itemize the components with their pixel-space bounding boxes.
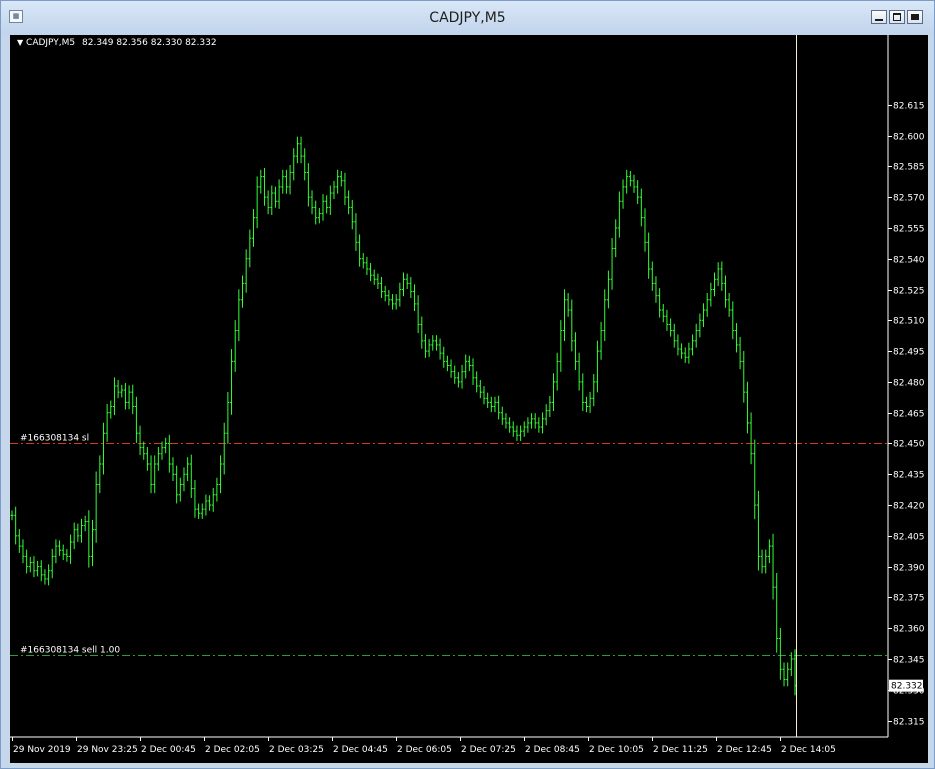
- price-tick-label: 82.450: [893, 440, 925, 450]
- price-tick-label: 82.480: [893, 379, 925, 389]
- price-tick-label: 82.405: [893, 533, 925, 543]
- time-tick-label: 2 Dec 07:25: [461, 745, 516, 755]
- minimize-button[interactable]: [871, 10, 887, 24]
- price-tick-label: 82.540: [893, 256, 925, 266]
- price-tick-label: 82.555: [893, 225, 925, 235]
- price-chart[interactable]: 82.615 82.600 82.585 82.570 82.555 82.540 82.5…: [10, 35, 928, 763]
- order-line-label: #166308134 sl: [20, 434, 89, 444]
- window-title: CADJPY,M5: [429, 10, 506, 26]
- time-tick-label: 2 Dec 00:45: [141, 745, 196, 755]
- close-button[interactable]: [907, 10, 923, 24]
- time-tick-label: 29 Nov 2019: [13, 745, 71, 755]
- price-tick-label: 82.495: [893, 348, 925, 358]
- price-tick-label: 82.420: [893, 502, 925, 512]
- chart-canvas[interactable]: 82.615 82.600 82.585 82.570 82.555 82.540 82.5…: [10, 35, 928, 763]
- price-tick-label: 82.465: [893, 410, 925, 420]
- time-tick-label: 2 Dec 02:05: [205, 745, 260, 755]
- time-tick-label: 2 Dec 06:05: [397, 745, 452, 755]
- title-bar[interactable]: ▦ CADJPY,M5: [1, 1, 934, 35]
- price-tick-label: 82.570: [893, 194, 925, 204]
- chart-menu-triangle-icon[interactable]: ▼: [17, 38, 23, 47]
- time-tick-label: 2 Dec 08:45: [525, 745, 580, 755]
- price-tick-label: 82.525: [893, 287, 925, 297]
- price-tick-label: 82.390: [893, 564, 925, 574]
- price-tick-label: 82.375: [893, 594, 925, 604]
- time-tick-label: 2 Dec 03:25: [269, 745, 324, 755]
- symbol-label: CADJPY,M5: [26, 38, 76, 48]
- ohlc-values: 82.349 82.356 82.330 82.332: [82, 38, 217, 48]
- time-tick-label: 2 Dec 10:05: [589, 745, 644, 755]
- current-price-label: 82.332: [891, 682, 923, 692]
- time-tick-label: 2 Dec 14:05: [781, 745, 836, 755]
- time-tick-label: 2 Dec 12:45: [717, 745, 772, 755]
- maximize-button[interactable]: [889, 10, 905, 24]
- price-tick-label: 82.435: [893, 471, 925, 481]
- price-tick-label: 82.315: [893, 718, 925, 728]
- time-tick-label: 29 Nov 23:25: [77, 745, 138, 755]
- price-tick-label: 82.585: [893, 163, 925, 173]
- price-tick-label: 82.510: [893, 317, 925, 327]
- price-tick-label: 82.345: [893, 656, 925, 666]
- chart-window: ▦ CADJPY,M5 82.615 82.600 82.585 82.570 82.5…: [0, 0, 935, 769]
- chart-header: ▼ CADJPY,M5 82.349 82.356 82.330 82.332: [17, 38, 217, 48]
- price-tick-label: 82.360: [893, 625, 925, 635]
- price-tick-label: 82.615: [893, 102, 925, 112]
- price-tick-label: 82.600: [893, 133, 925, 143]
- time-tick-label: 2 Dec 04:45: [333, 745, 388, 755]
- time-tick-label: 2 Dec 11:25: [653, 745, 708, 755]
- order-line-label: #166308134 sell 1.00: [20, 646, 120, 656]
